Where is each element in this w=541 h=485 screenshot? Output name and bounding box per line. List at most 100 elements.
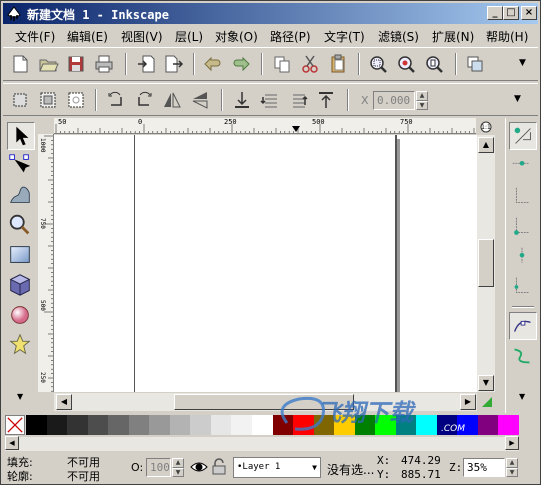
- scroll-right-button[interactable]: ▶: [460, 394, 476, 410]
- rotate-ccw-icon[interactable]: [105, 89, 127, 111]
- select-all-layers-icon[interactable]: [37, 89, 59, 111]
- horizontal-scrollbar[interactable]: ◀ ▶: [54, 393, 477, 411]
- save-icon[interactable]: [65, 53, 87, 75]
- color-swatch[interactable]: [375, 415, 397, 435]
- flip-vertical-icon[interactable]: [189, 89, 211, 111]
- menu-help[interactable]: 帮助(H): [486, 28, 528, 45]
- palette-scrollbar[interactable]: ◀ ▶: [5, 436, 519, 451]
- import-icon[interactable]: [135, 53, 157, 75]
- x-coordinate-input[interactable]: 0.000: [373, 91, 415, 110]
- color-swatch[interactable]: [477, 415, 499, 435]
- lower-to-bottom-icon[interactable]: [231, 89, 253, 111]
- horizontal-scroll-thumb[interactable]: [174, 394, 354, 410]
- color-swatch[interactable]: [395, 415, 417, 435]
- menu-text[interactable]: 文字(T): [324, 28, 365, 45]
- snapbar-more-icon[interactable]: ▼: [519, 392, 525, 401]
- snap-bbox-icon[interactable]: [509, 154, 537, 182]
- color-swatch[interactable]: [210, 415, 232, 435]
- new-document-icon[interactable]: [9, 53, 31, 75]
- ellipse-tool-icon[interactable]: [7, 302, 35, 330]
- color-swatch[interactable]: [190, 415, 212, 435]
- scroll-down-button[interactable]: ▼: [478, 375, 494, 391]
- node-tool-icon[interactable]: [7, 152, 35, 180]
- snap-nodes-icon[interactable]: [509, 312, 537, 340]
- menu-object[interactable]: 对象(O): [215, 28, 258, 45]
- zoom-spinner[interactable]: ▲ ▼: [506, 458, 518, 477]
- zoom-correction-icon[interactable]: 1:1: [478, 120, 494, 134]
- raise-to-top-icon[interactable]: [315, 89, 337, 111]
- x-coordinate-spinner[interactable]: ▲ ▼: [416, 91, 428, 110]
- snap-bbox-midpoint-icon[interactable]: [509, 244, 537, 272]
- color-swatch[interactable]: [293, 415, 315, 435]
- vertical-scroll-thumb[interactable]: [478, 239, 494, 287]
- menu-view[interactable]: 视图(V): [121, 28, 163, 45]
- opacity-spinner[interactable]: ▲ ▼: [172, 458, 184, 477]
- color-swatch[interactable]: [46, 415, 68, 435]
- export-icon[interactable]: [163, 53, 185, 75]
- deselect-icon[interactable]: [65, 89, 87, 111]
- undo-icon[interactable]: [202, 53, 224, 75]
- snap-bbox-center-icon[interactable]: [509, 274, 537, 302]
- color-swatch[interactable]: [416, 415, 438, 435]
- color-swatch[interactable]: [498, 415, 520, 435]
- print-icon[interactable]: [93, 53, 115, 75]
- raise-icon[interactable]: [287, 89, 309, 111]
- color-swatch[interactable]: [149, 415, 171, 435]
- palette-scroll-left-button[interactable]: ◀: [5, 436, 19, 450]
- palette-scroll-right-button[interactable]: ▶: [505, 436, 519, 450]
- command-bar-overflow-button[interactable]: ▼: [519, 58, 526, 68]
- color-swatch[interactable]: [436, 415, 458, 435]
- opacity-input[interactable]: 100: [146, 458, 171, 477]
- rotate-cw-icon[interactable]: [133, 89, 155, 111]
- menu-path[interactable]: 路径(P): [270, 28, 311, 45]
- color-swatch[interactable]: [108, 415, 130, 435]
- color-swatch[interactable]: [128, 415, 150, 435]
- color-swatch[interactable]: [457, 415, 479, 435]
- title-bar[interactable]: 新建文档 1 - Inkscape _ □ ×: [3, 3, 538, 24]
- no-paint-swatch[interactable]: [5, 415, 25, 435]
- color-swatch[interactable]: [354, 415, 376, 435]
- zoom-selection-icon[interactable]: [367, 53, 389, 75]
- snap-bbox-corner-icon[interactable]: [509, 214, 537, 242]
- snap-path-icon[interactable]: [509, 342, 537, 370]
- menu-file[interactable]: 文件(F): [15, 28, 55, 45]
- menu-filters[interactable]: 滤镜(S): [378, 28, 419, 45]
- scroll-up-button[interactable]: ▲: [478, 137, 494, 153]
- color-swatch[interactable]: [87, 415, 109, 435]
- selector-tool-icon[interactable]: [7, 122, 35, 150]
- maximize-button[interactable]: □: [503, 6, 519, 20]
- star-tool-icon[interactable]: [7, 332, 35, 360]
- zoom-input[interactable]: 35%: [463, 458, 505, 477]
- zoom-tool-icon[interactable]: [7, 212, 35, 240]
- tweak-tool-icon[interactable]: [7, 182, 35, 210]
- color-swatch[interactable]: [334, 415, 356, 435]
- color-swatch[interactable]: [313, 415, 335, 435]
- eye-visibility-icon[interactable]: [189, 458, 209, 476]
- redo-icon[interactable]: [230, 53, 252, 75]
- menu-edit[interactable]: 编辑(E): [67, 28, 108, 45]
- tool-controls-overflow-button[interactable]: ▼: [514, 94, 521, 104]
- vertical-ruler[interactable]: 1000 750 500 250: [38, 134, 54, 392]
- snap-bbox-edge-icon[interactable]: [509, 184, 537, 212]
- open-icon[interactable]: [37, 53, 59, 75]
- close-button[interactable]: ×: [521, 6, 537, 20]
- horizontal-ruler[interactable]: 50 0 250 500 750: [54, 118, 476, 134]
- menu-layer[interactable]: 层(L): [175, 28, 203, 45]
- vertical-scrollbar[interactable]: ▲ ▼: [477, 135, 495, 392]
- drawing-canvas[interactable]: [54, 135, 477, 392]
- duplicate-icon[interactable]: [464, 53, 486, 75]
- color-swatch[interactable]: [251, 415, 273, 435]
- color-swatch[interactable]: [169, 415, 191, 435]
- menu-extensions[interactable]: 扩展(N): [432, 28, 474, 45]
- zoom-drawing-icon[interactable]: [395, 53, 417, 75]
- lock-icon[interactable]: [211, 458, 227, 476]
- color-swatch[interactable]: [272, 415, 294, 435]
- color-swatch[interactable]: [26, 415, 47, 435]
- color-swatch[interactable]: [231, 415, 253, 435]
- 3d-box-tool-icon[interactable]: [7, 272, 35, 300]
- lower-icon[interactable]: [259, 89, 281, 111]
- select-all-icon[interactable]: [9, 89, 31, 111]
- layer-selector[interactable]: •Layer 1 ▼: [233, 457, 321, 478]
- toolbox-more-icon[interactable]: ▼: [17, 392, 23, 401]
- zoom-page-icon[interactable]: [423, 53, 445, 75]
